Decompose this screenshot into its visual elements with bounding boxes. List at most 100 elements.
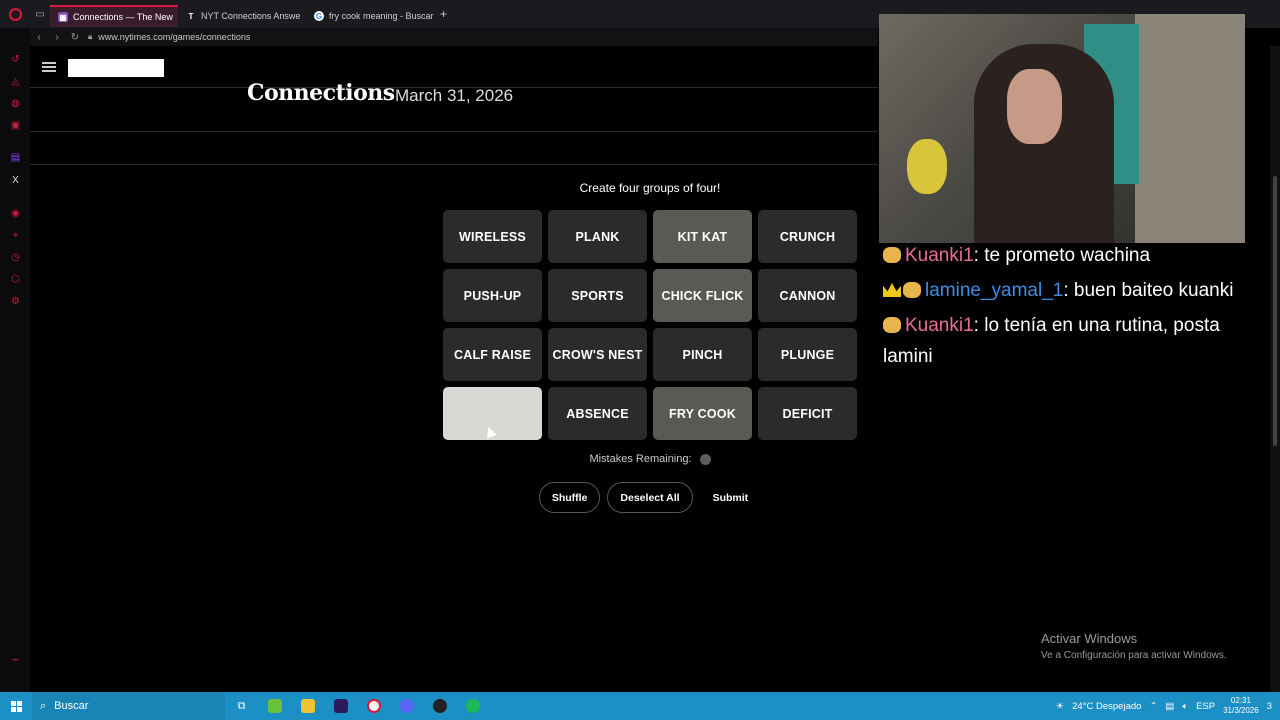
tile-label: CROW'S NEST (552, 347, 643, 362)
tile[interactable]: WIRELESS (443, 210, 542, 263)
mistakes-label: Mistakes Remaining: (589, 453, 692, 465)
scrollbar-thumb[interactable] (1273, 176, 1277, 446)
settings-gear-icon[interactable]: ⚙ (10, 296, 21, 307)
tile-label: PINCH (682, 347, 723, 362)
extensions-icon[interactable]: ⬡ (10, 274, 21, 285)
file-explorer-icon[interactable] (291, 692, 324, 720)
forward-arrow-icon[interactable]: › (48, 32, 66, 43)
tab-connections[interactable]: ▦ Connections — The New × (50, 5, 178, 27)
opera-sidebar: ↺ ◬ ◍ ▣ ▤ X ◉ ⌖ ◷ ⬡ ⚙ ••• (0, 28, 30, 692)
taskbar-search-box[interactable]: ⌕ Buscar (32, 692, 225, 720)
search-placeholder: Buscar (54, 700, 89, 712)
tile-label: DEFICIT (782, 406, 833, 421)
back-arrow-icon[interactable]: ‹ (30, 32, 48, 43)
tile[interactable]: CALF RAISE (443, 328, 542, 381)
activate-subtitle: Ve a Configuración para activar Windows. (1041, 650, 1227, 661)
url-field[interactable]: www.nytimes.com/games/connections (98, 32, 250, 42)
action-buttons: Shuffle Deselect All Submit (442, 482, 858, 513)
chat-message: Kuanki1: lo tenía en una rutina, posta l… (883, 310, 1273, 372)
clock-time: 02:31 (1230, 696, 1251, 705)
notifications-badge[interactable]: 3 (1267, 701, 1272, 712)
game-date: March 31, 2026 (395, 86, 514, 105)
shuffle-button[interactable]: Shuffle (538, 482, 601, 513)
tile[interactable]: PLUNGE (758, 328, 857, 381)
premiere-icon[interactable] (324, 692, 357, 720)
chat-username: Kuanki1 (905, 315, 974, 336)
pin-icon[interactable]: ⌖ (10, 230, 21, 241)
webcam-background-wall (1135, 14, 1245, 243)
tile-label: WIRELESS (459, 229, 526, 244)
network-icon[interactable]: ▤ (1165, 701, 1174, 712)
opera-menu-button[interactable] (0, 0, 30, 28)
sidebar-more-icon[interactable]: ••• (10, 656, 21, 667)
google-favicon-icon: G (314, 11, 324, 21)
discord-icon[interactable] (390, 692, 423, 720)
submit-button[interactable]: Submit (699, 482, 762, 513)
chevron-up-icon[interactable]: ⌃ (1149, 701, 1157, 712)
tile[interactable]: PLANK (548, 210, 647, 263)
tile[interactable]: CANNON (758, 269, 857, 322)
deselect-all-button[interactable]: Deselect All (607, 482, 693, 513)
weather-icon[interactable]: ☀ (1056, 701, 1065, 712)
instagram-icon[interactable]: ▣ (10, 120, 21, 131)
tile-label: SPORTS (571, 288, 624, 303)
tile-label: ABSENCE (566, 406, 629, 421)
app-b-icon[interactable] (258, 692, 291, 720)
nyt-header (30, 46, 878, 88)
weather-text[interactable]: 24°C Despejado (1072, 701, 1141, 712)
history-icon[interactable]: ◷ (10, 252, 21, 263)
emote-badge-icon (903, 282, 921, 298)
tile[interactable]: PINCH (653, 328, 752, 381)
tile-label: FRY COOK (669, 406, 736, 421)
tab-nyt-answers[interactable]: T NYT Connections Answe (178, 5, 306, 27)
x-icon[interactable]: X (10, 175, 21, 186)
messenger-icon[interactable]: ◍ (10, 98, 21, 109)
chat-text: : buen baiteo kuanki (1063, 280, 1234, 301)
language-indicator[interactable]: ESP (1196, 701, 1215, 712)
hamburger-menu-icon[interactable] (42, 62, 56, 72)
tile-selected[interactable]: FRY COOK (653, 387, 752, 440)
mistake-dot (699, 453, 711, 465)
twitch-icon[interactable]: ▤ (10, 152, 21, 163)
aria-icon[interactable]: ↺ (10, 54, 21, 65)
reload-icon[interactable]: ↻ (66, 32, 84, 43)
windows-start-icon[interactable] (0, 692, 32, 720)
tile[interactable]: CRUNCH (758, 210, 857, 263)
tile-selected[interactable]: KIT KAT (653, 210, 752, 263)
webcam-overlay (879, 14, 1245, 243)
tile[interactable]: SPORTS (548, 269, 647, 322)
chat-username: lamine_yamal_1 (925, 280, 1064, 301)
tile-label: KIT KAT (677, 229, 728, 244)
tile[interactable]: CROW'S NEST (548, 328, 647, 381)
clock-date: 31/3/2026 (1223, 706, 1259, 715)
volume-icon[interactable]: 🔈︎ (1182, 701, 1188, 712)
obs-icon[interactable] (423, 692, 456, 720)
tile-selected[interactable]: CHICK FLICK (653, 269, 752, 322)
tile[interactable]: ABSENCE (548, 387, 647, 440)
new-tab-plus-icon[interactable]: + (440, 7, 447, 21)
spotify-icon[interactable] (456, 692, 489, 720)
tab-menu-icon[interactable]: ▭ (30, 0, 50, 28)
tile[interactable]: DEFICIT (758, 387, 857, 440)
windows-taskbar: ⌕ Buscar ⧉ ☀ 24°C Despejado ⌃ ▤ 🔈︎ ESP 0… (0, 692, 1280, 720)
task-view-icon[interactable]: ⧉ (225, 692, 258, 720)
tile-label: CRUNCH (779, 229, 836, 244)
nyt-games-logo[interactable] (68, 59, 164, 77)
tile-label: PUSH-UP (463, 288, 522, 303)
player-icon[interactable]: ◉ (10, 208, 21, 219)
emote-badge-icon (883, 317, 901, 333)
clock[interactable]: 02:31 31/3/2026 (1223, 696, 1259, 716)
bag-icon[interactable]: ◬ (10, 76, 21, 87)
tab-title: Connections — The New (73, 12, 173, 22)
chat-message: lamine_yamal_1: buen baiteo kuanki (883, 275, 1273, 306)
opera-taskbar-icon[interactable] (357, 692, 390, 720)
chat-username: Kuanki1 (905, 245, 974, 266)
address-bar: ‹ › ↻ 🔒︎ www.nytimes.com/games/connectio… (30, 28, 878, 46)
tab-google-search[interactable]: G fry cook meaning - Buscar (306, 5, 434, 27)
lock-icon: 🔒︎ (88, 32, 93, 41)
tab-title: fry cook meaning - Buscar (329, 11, 434, 21)
tile-label: PLUNGE (780, 347, 835, 362)
chat-message: Kuanki1: te prometo wachina (883, 240, 1273, 271)
tile[interactable]: PUSH-UP (443, 269, 542, 322)
system-tray: ☀ 24°C Despejado ⌃ ▤ 🔈︎ ESP 02:31 31/3/2… (1056, 696, 1280, 716)
